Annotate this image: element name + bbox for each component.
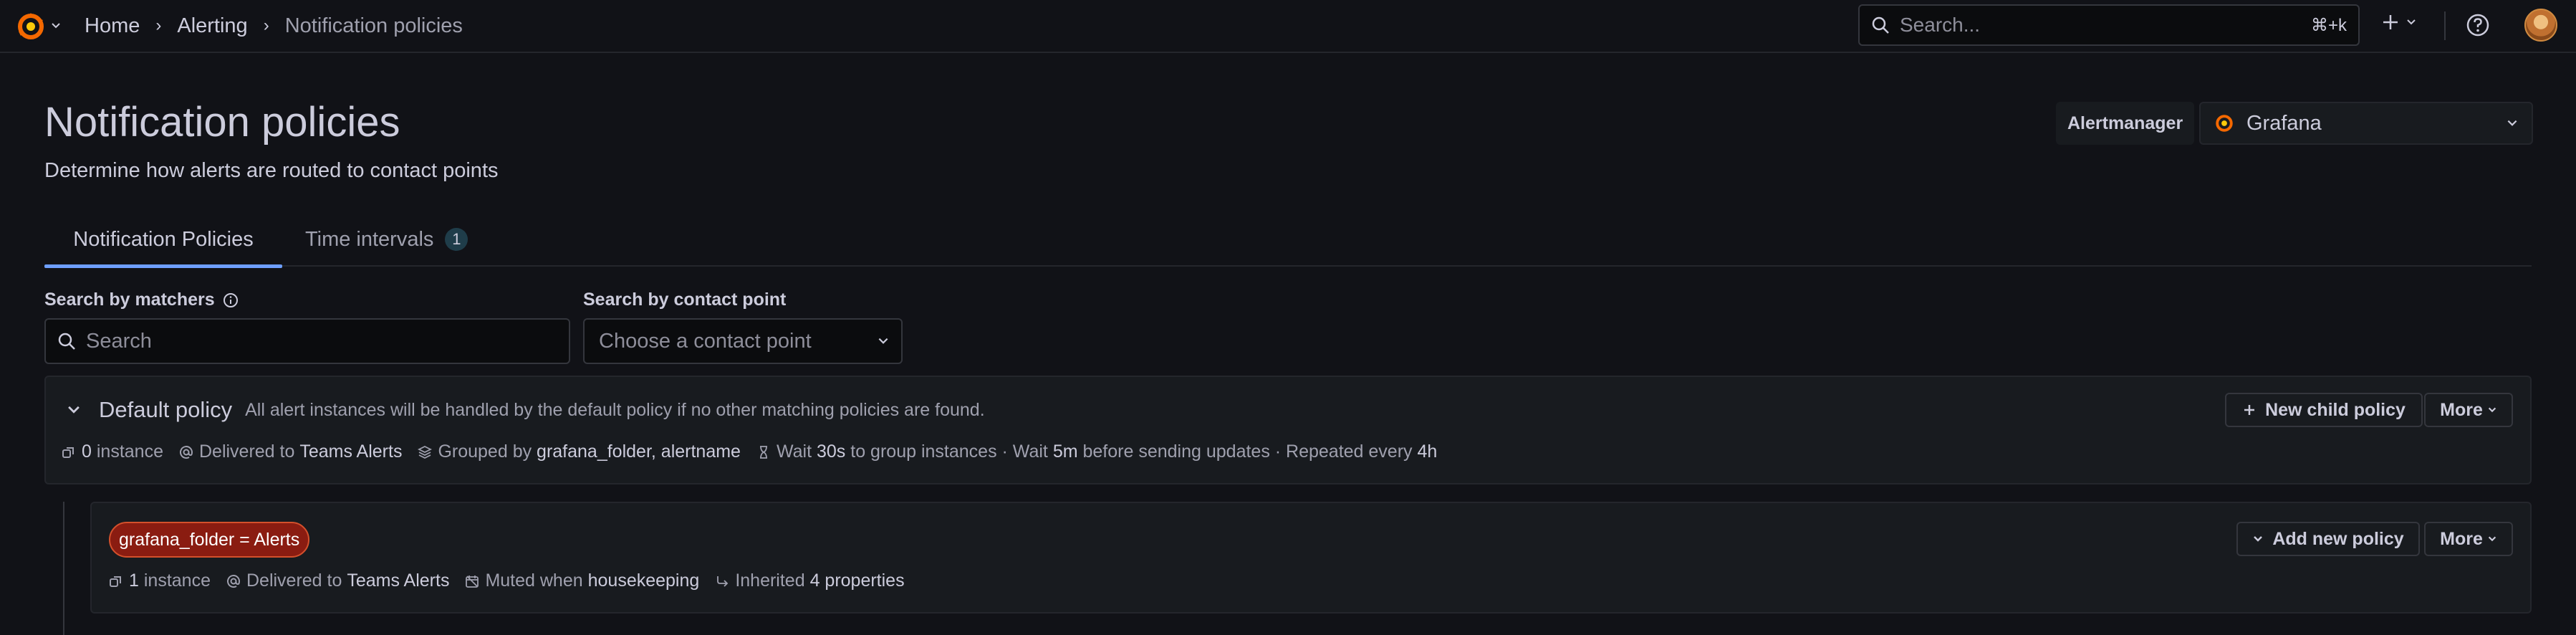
- group-interval: 5m: [1052, 441, 1078, 462]
- page-subtitle: Determine how alerts are routed to conta…: [44, 159, 499, 182]
- chevron-down-icon: [2506, 117, 2519, 130]
- matchers-label-text: Search by matchers: [44, 290, 215, 310]
- button-label: Add new policy: [2272, 528, 2404, 549]
- alertmanager-value: Grafana: [2246, 111, 2322, 135]
- grafana-logo-icon: [2214, 113, 2235, 134]
- instances-icon: [62, 445, 76, 459]
- breadcrumb: Home › Alerting › Notification policies: [85, 11, 463, 40]
- at-icon: [226, 574, 241, 588]
- grouped-by-value: grafana_folder, alertname: [537, 441, 741, 462]
- matchers-search-input[interactable]: Search: [44, 318, 570, 364]
- instances-count: 0: [82, 441, 92, 462]
- chevron-down-icon[interactable]: [50, 20, 62, 32]
- wait-mid: to group instances · Wait: [850, 441, 1048, 462]
- inherited-properties[interactable]: 4 properties: [810, 570, 905, 591]
- breadcrumb-separator-icon: ›: [263, 16, 269, 35]
- calendar-slash-icon: [465, 574, 479, 588]
- at-icon: [179, 445, 193, 459]
- count-badge: 1: [445, 228, 468, 251]
- chevron-down-icon: [877, 335, 890, 348]
- contact-point-link[interactable]: Teams Alerts: [347, 570, 449, 591]
- tab-label: Time intervals: [305, 227, 434, 251]
- help-icon[interactable]: [2464, 11, 2491, 39]
- grafana-logo-icon[interactable]: [14, 10, 47, 43]
- more-button[interactable]: More: [2424, 522, 2513, 556]
- muted-prefix: Muted when: [485, 570, 583, 591]
- policy-metadata: 1 instance Delivered to Teams Alerts Mut…: [109, 570, 921, 591]
- plus-icon: [2380, 11, 2401, 33]
- tab-notification-policies[interactable]: Notification Policies: [44, 212, 282, 268]
- breadcrumb-separator-icon: ›: [155, 16, 162, 35]
- info-icon[interactable]: [222, 292, 239, 309]
- alertmanager-select[interactable]: Grafana: [2199, 102, 2533, 145]
- policy-description: All alert instances will be handled by t…: [245, 399, 985, 420]
- policy-metadata: 0 instance Delivered to Teams Alerts Gro…: [62, 441, 1453, 462]
- instances-word[interactable]: instance: [144, 570, 211, 591]
- grouped-prefix: Grouped by: [438, 441, 532, 462]
- wait-prefix: Wait: [776, 441, 812, 462]
- breadcrumb-home[interactable]: Home: [85, 14, 140, 38]
- delivered-prefix: Delivered to: [198, 441, 295, 462]
- child-policy-card: grafana_folder = Alerts Add new policy M…: [90, 502, 2532, 613]
- new-child-policy-button[interactable]: New child policy: [2225, 393, 2423, 427]
- alertmanager-label: Alertmanager: [2056, 102, 2195, 145]
- contact-point-select[interactable]: Choose a contact point: [583, 318, 903, 364]
- tab-label: Notification Policies: [73, 227, 254, 251]
- button-label: More: [2440, 399, 2483, 420]
- matchers-label: Search by matchers: [44, 290, 239, 310]
- corner-arrow-icon: [715, 574, 729, 588]
- delivered-prefix: Delivered to: [246, 570, 342, 591]
- hourglass-icon: [756, 445, 771, 459]
- chevron-down-icon: [2406, 16, 2417, 28]
- breadcrumb-current: Notification policies: [284, 14, 463, 37]
- contact-point-placeholder: Choose a contact point: [599, 329, 812, 353]
- collapse-chevron-icon[interactable]: [66, 402, 82, 418]
- divider: [2444, 11, 2446, 40]
- group-wait: 30s: [817, 441, 846, 462]
- breadcrumb-alerting[interactable]: Alerting: [177, 14, 247, 38]
- avatar[interactable]: [2524, 9, 2557, 42]
- button-label: More: [2440, 528, 2483, 549]
- default-policy-card: Default policy All alert instances will …: [44, 376, 2532, 484]
- contact-point-label: Search by contact point: [583, 290, 787, 310]
- page-title: Notification policies: [44, 99, 400, 145]
- plus-icon: [2242, 403, 2257, 417]
- top-bar: Home › Alerting › Notification policies …: [0, 0, 2576, 53]
- search-placeholder: Search...: [1900, 14, 1981, 36]
- more-button[interactable]: More: [2424, 393, 2513, 427]
- search-icon: [1871, 16, 1890, 34]
- matcher-badge: grafana_folder = Alerts: [109, 522, 310, 558]
- add-new-policy-button[interactable]: Add new policy: [2236, 522, 2420, 556]
- wait-suffix: before sending updates · Repeated every: [1082, 441, 1413, 462]
- search-icon: [57, 332, 76, 350]
- button-label: New child policy: [2265, 399, 2406, 420]
- repeat-interval: 4h: [1417, 441, 1438, 462]
- chevron-down-icon: [2252, 533, 2264, 545]
- tree-connector: [63, 502, 64, 635]
- inherited-prefix: Inherited: [735, 570, 805, 591]
- mute-timing-link[interactable]: housekeeping: [588, 570, 700, 591]
- chevron-down-icon: [2487, 534, 2497, 544]
- chevron-down-icon: [2487, 405, 2497, 415]
- search-placeholder: Search: [86, 329, 152, 353]
- instances-word[interactable]: instance: [97, 441, 163, 462]
- tab-time-intervals[interactable]: Time intervals 1: [305, 212, 468, 267]
- instances-count: 1: [129, 570, 139, 591]
- global-search-input[interactable]: Search... ⌘+k: [1858, 4, 2360, 46]
- tab-bar: Notification Policies Time intervals 1: [44, 212, 2532, 268]
- instances-icon: [109, 574, 123, 588]
- contact-point-link[interactable]: Teams Alerts: [299, 441, 402, 462]
- layers-icon: [418, 445, 433, 459]
- new-menu-button[interactable]: [2380, 11, 2417, 33]
- policy-name: Default policy: [99, 397, 233, 422]
- search-shortcut: ⌘+k: [2310, 15, 2347, 35]
